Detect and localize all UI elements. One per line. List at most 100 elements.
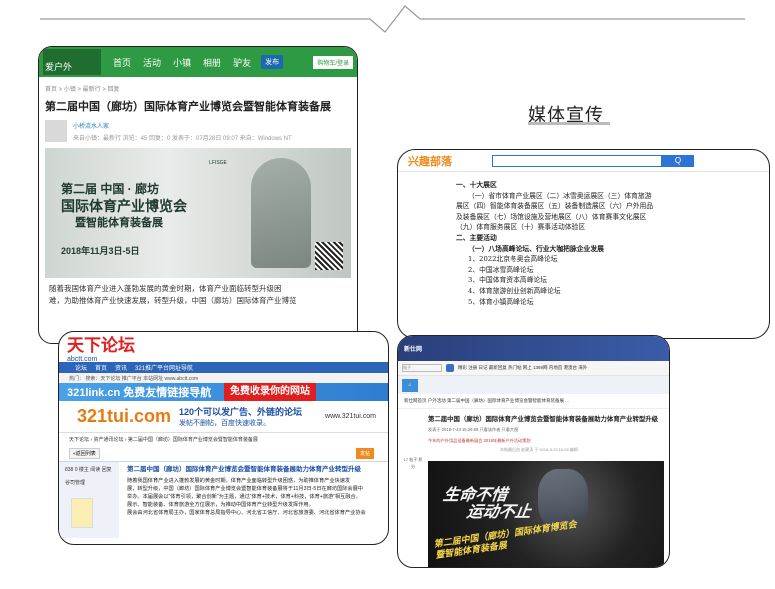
site-logo-text: 天下论坛 [67, 336, 135, 355]
screenshot-card-aihuwai: 爱户外 首页 活动 小镇 相册 驴友 发布 购物车/登录 首页 > 小镇 > 最… [38, 46, 358, 344]
post-title: 第二届中国（廊坊）国际体育产业博览会暨智能体育装备展 [45, 101, 331, 113]
article-line: 4、体育旅游创业创新高峰论坛 [468, 286, 561, 295]
home-icon[interactable]: ⌂ [402, 378, 418, 392]
event-poster: 生命不惜 运动不止 第二届中国（廊坊）国际体育博览会 暨智能体育装备展 [428, 461, 664, 567]
publish-button[interactable]: 发布 [261, 55, 284, 69]
poster-line-3: 暨智能体育装备展 [75, 217, 163, 229]
body-line: 展示、智能装备、体育旅游全方位展示，为推动中国体育产业转型升级发挥作用。 [127, 502, 314, 508]
nav-item-home[interactable]: 首页 [95, 363, 107, 372]
ad-subline: 发帖不删帖，百度快速收录。 [179, 420, 270, 427]
nav-item-album[interactable]: 相册 [203, 56, 221, 69]
poster-footer: 第二届中国（廊坊）国际体育博览会 暨智能体育装备展 [433, 519, 579, 561]
article-line: 二、主要活动 [456, 233, 497, 242]
nav-item-home[interactable]: 首页 [113, 56, 131, 69]
post-toolbar: «返回列表 发帖 [59, 446, 388, 461]
post: 838 0 楼主 阅读 回复 谷司管理 第二届中国（廊坊）国际体育产业博览会暨智… [59, 461, 388, 538]
ad-banner-right: 免费收录你的网站 [224, 383, 316, 401]
post-content: 第二届中国（廊坊）国际体育产业博览会暨智能体育装备展助力体育产业转型升级 随着我… [119, 462, 388, 538]
post-stats: 838 0 楼主 阅读 回复 [65, 467, 112, 473]
article-line: 一、十大展区 [456, 181, 497, 189]
post-author-panel: 838 0 楼主 阅读 回复 谷司管理 [59, 462, 119, 538]
screenshot-card-xinshi: 新仕网 帖子 精彩 注册 日记 最新回复 热门帖 网上 1369网 内地首 港澳… [397, 335, 670, 568]
author-name[interactable]: 小桥流水人家 [73, 121, 292, 130]
nav-item-321[interactable]: 321推广平台网址导航 [135, 363, 193, 372]
breadcrumb: 首页 > 小镇 > 最新行 > 回复 [45, 87, 120, 93]
nav-item-news[interactable]: 资讯 [115, 363, 127, 372]
post-info: 发表于 2018-7-23 15:26:59 只看该作者 只看大图 [428, 427, 519, 432]
article-text: 一、十大展区 （一）省市体育产业展区（二）冰雪奥运展区（三）体育旅游展区（四）智能… [398, 172, 769, 307]
screenshot-card-tianxia: 天下论坛 abctt.com 论坛 首页 资讯 321推广平台网址导航 热门： … [58, 331, 389, 545]
breadcrumb: 新仕网首页 户外活动 第二届中国（廊坊）国际体育产业博览会暨智能体育装备展 ..… [398, 394, 669, 409]
site-header: 天下论坛 abctt.com [59, 332, 388, 363]
body-line: 展，转型升级，中国（廊坊）国际体育产业博览会暨智能体育装备展将于11月3日-5日… [127, 486, 363, 492]
article-line: 展区（四）智能体育装备展区（五）装备制造展区（六）户外用品 [456, 202, 654, 211]
body-line: 展会由河北省体育局主办，国家体育总局指导中心、河北省工信厅、河北省旅游委、河北省… [127, 510, 366, 516]
author-name[interactable]: 谷司管理 [65, 479, 113, 486]
nav-item-town[interactable]: 小镇 [173, 56, 191, 69]
nav-item-friends[interactable]: 驴友 [233, 56, 251, 69]
ad-url: www.321tui.com [325, 413, 376, 420]
slogan-line-1: 生命不惜 [442, 487, 509, 504]
ad-banner-2[interactable]: 321tui.com 120个可以发广告、外链的论坛 发帖不删帖，百度快速收录。… [59, 401, 388, 433]
promo-link[interactable]: 今年的户外用品设备最新展会 2018年最新户外活动策划 [398, 435, 669, 446]
body-line: 随着我国体育产业进入蓬勃发展的黄金时期，体育产业面临转型升级困 [49, 284, 282, 293]
poster-line-2: 国际体育产业博览会 [61, 198, 187, 214]
post-meta: 小桥流水人家 来自小镇：最新行 浏览：45 回复：0 发表于：07月28日 09… [39, 120, 357, 142]
article-line: 及装备展区（七）场馆设施及营地展区（八）体育赛事文化展区 [456, 212, 647, 221]
breadcrumb: 天下论坛 › 资产通讯论坛 › 第二届中国（廊坊）国际体育产业博览会暨智能体育装… [69, 437, 258, 443]
site-logo[interactable]: 天下论坛 abctt.com [67, 332, 135, 363]
site-logo[interactable]: 兴趣部落 [408, 153, 452, 169]
back-to-list-button[interactable]: «返回列表 [69, 448, 100, 459]
poster-date: 2018年11月3日-5日 [61, 246, 140, 256]
edit-meta: 本帖最后由 赵建涛 于 2018-8-23 16:08 编辑 [500, 447, 578, 452]
article-line: 3、中国体育资本高峰论坛 [468, 276, 548, 285]
article-line: 1、2022北京冬奥会高峰论坛 [468, 255, 558, 264]
post-title: 第二届中国（廊坊）国际体育产业博览会暨智能体育装备展助力体育产业转型升级 [127, 466, 361, 473]
new-post-button[interactable]: 发帖 [355, 448, 374, 459]
section-title-underline [528, 122, 610, 125]
sub-nav: 热门： 搜索：天下论坛 推广平台 本站网址 www.abctt.com [59, 373, 388, 383]
body-line: 随着我国体育产业进入蓬勃发展的黄金时期，体育产业面临转型升级困惑，为助推体育产业… [127, 478, 351, 484]
article-line: （一）省市体育产业展区（二）冰雪奥运展区（三）体育旅游 [468, 191, 652, 200]
qr-code [315, 242, 343, 270]
body-line: 举办。本届展会以“体育引领，聚合创新”为主题，通过“体育+技术，体育+科技，体育… [127, 494, 361, 500]
site-logo[interactable]: 爱户外 [43, 49, 101, 75]
site-header: 新仕网 [398, 336, 669, 361]
site-logo[interactable]: 新仕网 [404, 344, 422, 353]
ad-banner-left: 321link.cn 免费友情链接导航 [67, 387, 212, 399]
ad-banner[interactable]: 321link.cn 免费友情链接导航 免费收录你的网站 [59, 383, 388, 401]
event-poster: LFISGE 第二届 中国 · 廊坊 国际体育产业博览会 暨智能体育装备展 20… [45, 148, 351, 278]
search-icon[interactable] [446, 364, 454, 372]
article-line: （一）八场高峰论坛、行业大咖把脉企业发展 [468, 244, 604, 253]
header-divider [40, 5, 745, 33]
poster-line-1: 第二届 中国 · 廊坊 [61, 182, 159, 196]
expo-logo: LFISGE [209, 160, 227, 166]
login-button[interactable]: 购物车/登录 [313, 55, 353, 69]
nav-item-activity[interactable]: 活动 [143, 56, 161, 69]
search-button[interactable]: Q [662, 154, 694, 167]
sub-nav: ⌂ [398, 376, 669, 394]
avatar[interactable] [71, 498, 93, 528]
ad-headline: 120个可以发广告、外链的论坛 [179, 407, 303, 417]
site-url: abctt.com [67, 356, 98, 363]
avatar[interactable] [45, 120, 67, 142]
article-line: 2、中国冰雪高峰论坛 [468, 265, 534, 274]
poster-slogan: 生命不惜 运动不止 [440, 487, 535, 521]
nav-item-forum[interactable]: 论坛 [75, 363, 87, 372]
search-input[interactable]: 帖子 [402, 364, 442, 372]
toolbar-links[interactable]: 精彩 注册 日记 最新回复 热门帖 网上 1369网 内地首 港澳台 海外 [458, 365, 587, 371]
site-navbar: 爱户外 首页 活动 小镇 相册 驴友 发布 购物车/登录 [39, 47, 357, 77]
article-line: （九）体育服务展区（十）赛事活动体验区 [456, 223, 586, 232]
ad-logo: 321tui.com [77, 406, 172, 426]
article-line: 5、体育小镇高峰论坛 [468, 297, 534, 306]
runner-figure [251, 158, 311, 268]
screenshot-card-xingqu: 兴趣部落 Q 一、十大展区 （一）省市体育产业展区（二）冰雪奥运展区（三）体育旅游… [397, 149, 770, 339]
site-toolbar: 帖子 精彩 注册 日记 最新回复 热门帖 网上 1369网 内地首 港澳台 海外 [398, 361, 669, 376]
post-stats: 来自小镇：最新行 浏览：45 回复：0 发表于：07月28日 09:07 来自：… [73, 135, 292, 142]
site-header: 兴趣部落 Q [398, 150, 769, 172]
slogan-line-2: 运动不止 [465, 504, 533, 521]
search-input[interactable] [492, 154, 662, 167]
site-navbar: 论坛 首页 资讯 321推广平台网址导航 [59, 362, 388, 373]
post-body: 随着我国体育产业进入蓬勃发展的黄金时期，体育产业面临转型升级困 难，为助推体育产… [39, 278, 357, 312]
post-title: 第二届中国（廊坊）国际体育产业博览会暨智能体育装备展助力体育产业转型升级 [428, 416, 659, 423]
